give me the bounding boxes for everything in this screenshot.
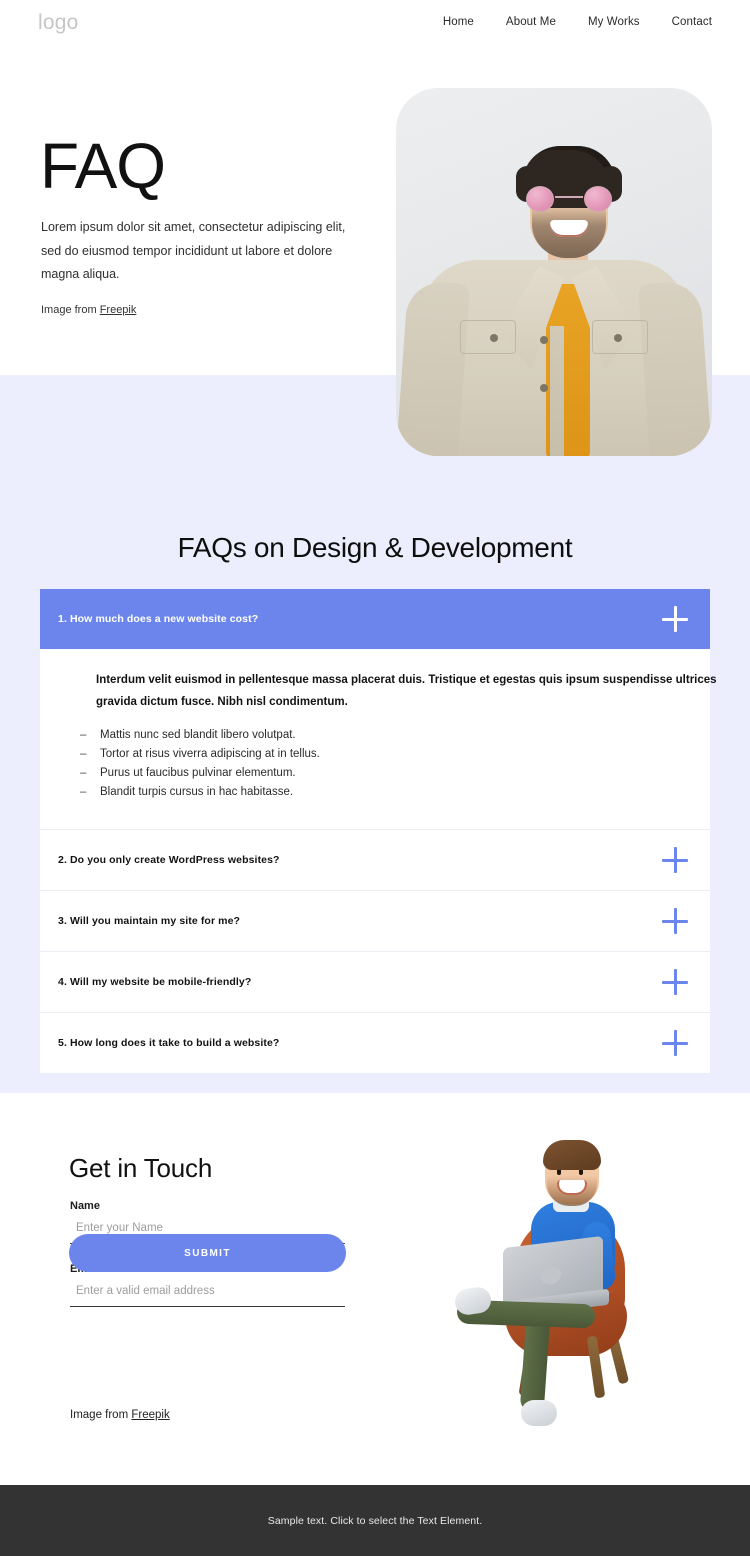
accordion-question-2: 2. Do you only create WordPress websites… — [58, 854, 280, 866]
contact-credit-prefix: Image from — [70, 1409, 132, 1421]
nav-item-about-me[interactable]: About Me — [506, 16, 556, 28]
accordion-question-4: 4. Will my website be mobile-friendly? — [58, 976, 252, 988]
faq-heading: FAQs on Design & Development — [177, 532, 573, 563]
accordion-item-3: 3. Will you maintain my site for me? — [40, 890, 710, 951]
nav-item-my-works[interactable]: My Works — [588, 16, 640, 28]
sunglasses-lens-right — [584, 186, 612, 212]
contact-title: Get in Touch — [69, 1153, 213, 1183]
character-hair — [543, 1140, 601, 1170]
accordion-item-1: 1. How much does a new website cost? Int… — [40, 589, 717, 829]
hero-credit-link[interactable]: Freepik — [100, 304, 137, 316]
accordion-panel-1: Interdum velit euismod in pellentesque m… — [40, 649, 717, 829]
contact-image-credit: Image from Freepik — [70, 1409, 170, 1421]
accordion-answer-lead: Interdum velit euismod in pellentesque m… — [96, 674, 717, 708]
name-field-label: Name — [70, 1200, 100, 1212]
page-title: FAQ — [40, 130, 166, 202]
nav-item-contact[interactable]: Contact — [672, 16, 712, 28]
main-navigation: Home About Me My Works Contact — [443, 16, 712, 28]
accordion-header-2[interactable]: 2. Do you only create WordPress websites… — [40, 830, 710, 890]
list-item: Tortor at risus viverra adipiscing at in… — [80, 746, 680, 763]
hero-credit-prefix: Image from — [41, 304, 100, 316]
faq-accordion: 1. How much does a new website cost? Int… — [40, 589, 717, 1073]
hero-paragraph: Lorem ipsum dolor sit amet, consectetur … — [41, 220, 346, 281]
hero-image — [396, 88, 712, 456]
accordion-answer-list: Mattis nunc sed blandit libero volutpat.… — [80, 727, 680, 801]
person-jacket-button — [614, 334, 622, 342]
accordion-item-2: 2. Do you only create WordPress websites… — [40, 829, 710, 890]
sunglasses-lens-left — [526, 186, 554, 212]
person-jacket-pocket-left — [460, 320, 516, 354]
sunglasses-bridge — [555, 196, 583, 198]
list-item: Purus ut faucibus pulvinar elementum. — [80, 765, 680, 782]
person-jacket-placket — [550, 326, 564, 456]
plus-icon[interactable] — [662, 1030, 688, 1056]
accordion-header-3[interactable]: 3. Will you maintain my site for me? — [40, 891, 710, 951]
list-item: Mattis nunc sed blandit libero volutpat. — [80, 727, 680, 744]
sunglasses-icon — [524, 186, 614, 212]
site-footer: Sample text. Click to select the Text El… — [0, 1485, 750, 1556]
person-smile — [550, 220, 588, 237]
plus-icon[interactable] — [662, 606, 688, 632]
footer-text[interactable]: Sample text. Click to select the Text El… — [268, 1515, 483, 1527]
accordion-question-3: 3. Will you maintain my site for me? — [58, 915, 241, 927]
page-root: FAQ Lorem ipsum dolor sit amet, consecte… — [0, 0, 750, 1556]
person-jacket-button — [490, 334, 498, 342]
email-input[interactable] — [70, 1279, 345, 1307]
plus-icon[interactable] — [662, 847, 688, 873]
logo[interactable]: logo — [38, 11, 79, 35]
site-header: logo Home About Me My Works Contact — [0, 0, 750, 46]
contact-credit-link[interactable]: Freepik — [131, 1409, 169, 1421]
list-item: Blandit turpis cursus in hac habitasse. — [80, 784, 680, 801]
nav-item-home[interactable]: Home — [443, 16, 474, 28]
person-jacket-button — [540, 384, 548, 392]
accordion-question-5: 5. How long does it take to build a webs… — [58, 1037, 280, 1049]
person-jacket-button — [540, 336, 548, 344]
faq-section: FAQs on Design & Development 1. How much… — [0, 375, 750, 1093]
contact-illustration — [445, 1130, 660, 1430]
character-smile — [557, 1180, 587, 1195]
accordion-question-1: 1. How much does a new website cost? — [58, 613, 259, 625]
accordion-header-1[interactable]: 1. How much does a new website cost? — [40, 589, 710, 649]
accordion-header-4[interactable]: 4. Will my website be mobile-friendly? — [40, 952, 710, 1012]
submit-button[interactable]: SUBMIT — [69, 1234, 346, 1272]
plus-icon[interactable] — [662, 908, 688, 934]
hero-image-content — [396, 88, 712, 456]
accordion-header-5[interactable]: 5. How long does it take to build a webs… — [40, 1013, 710, 1073]
hero-image-credit: Image from Freepik — [41, 304, 136, 316]
plus-icon[interactable] — [662, 969, 688, 995]
accordion-item-5: 5. How long does it take to build a webs… — [40, 1012, 710, 1073]
character-shoe — [521, 1400, 557, 1426]
accordion-item-4: 4. Will my website be mobile-friendly? — [40, 951, 710, 1012]
